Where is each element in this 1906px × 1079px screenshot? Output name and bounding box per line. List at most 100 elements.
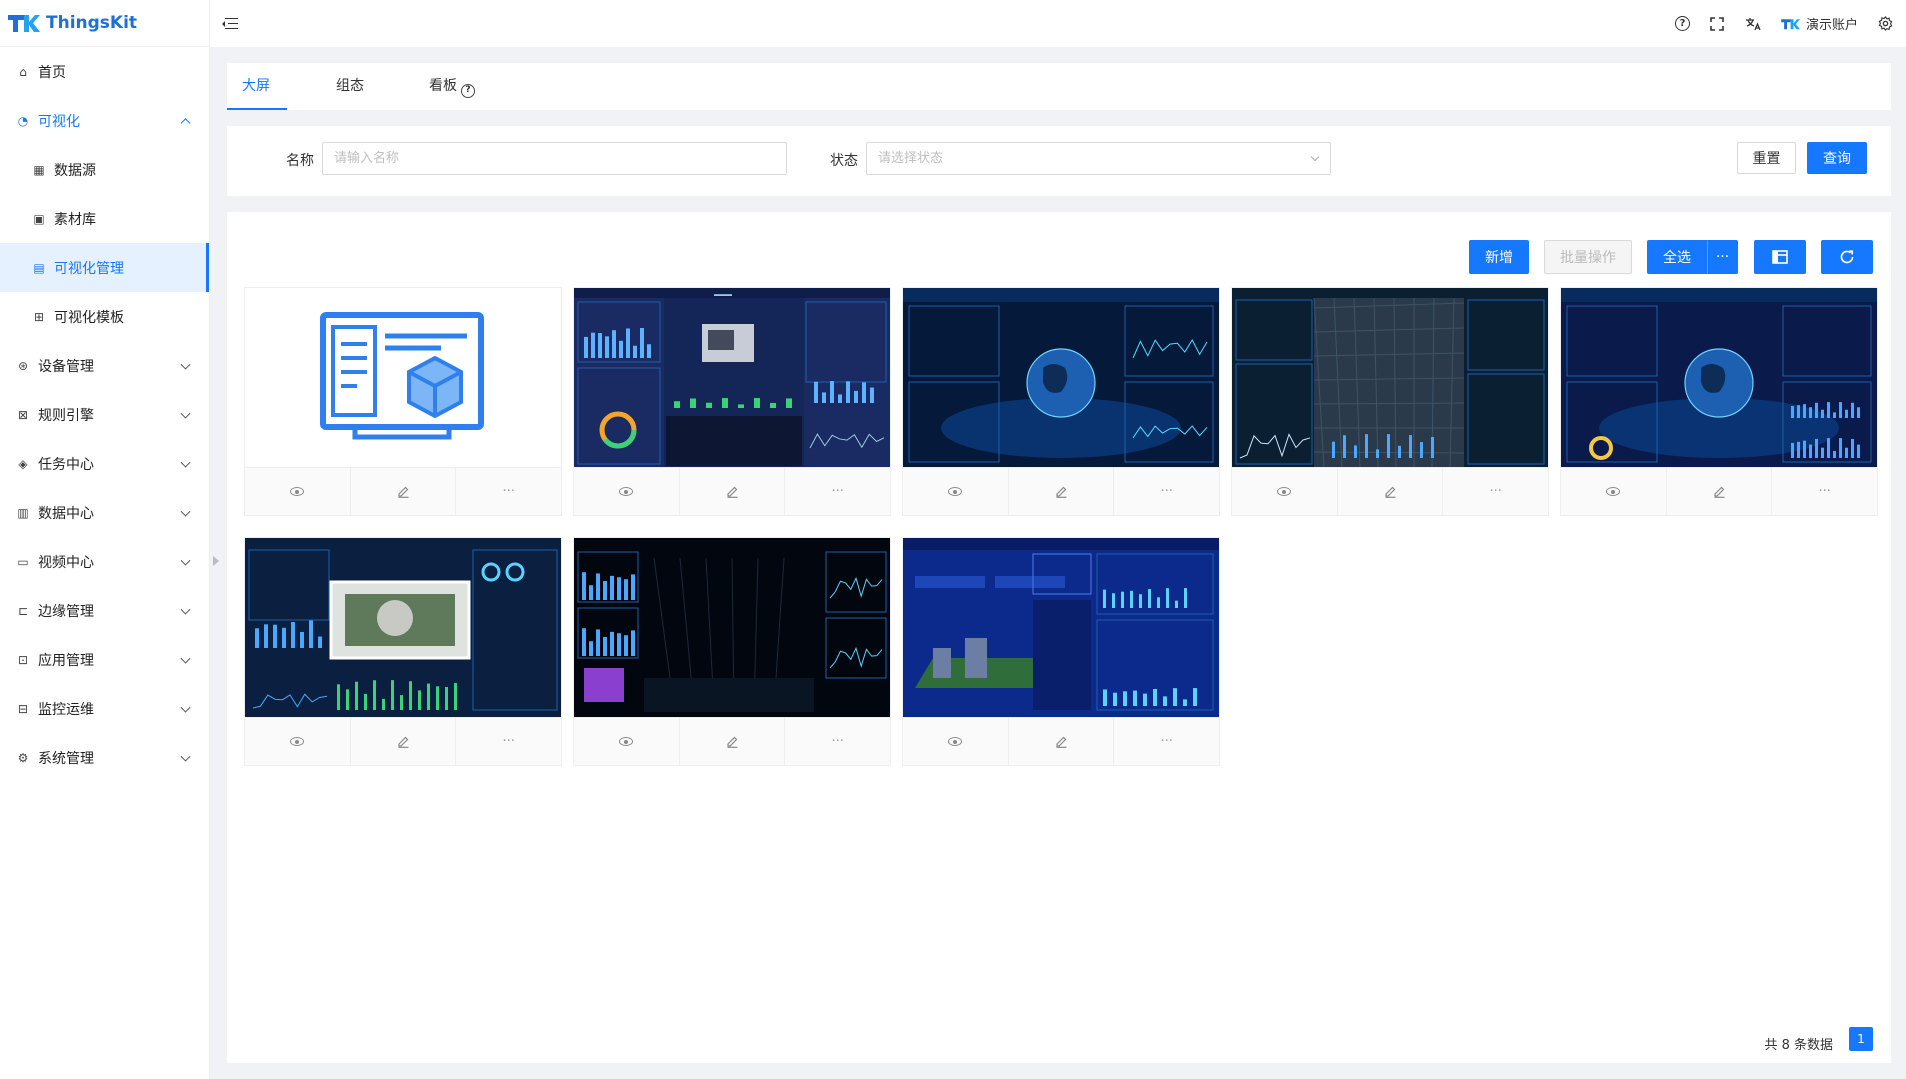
settings-gear-icon[interactable] [1876,15,1894,33]
edit-icon [397,486,408,498]
sidebar-item-5[interactable]: ⊞ 可视化模板 [0,292,209,341]
sidebar-item-3[interactable]: ▣ 素材库 [0,194,209,243]
preview-button[interactable] [903,718,1009,765]
card-thumbnail[interactable] [245,538,561,718]
tab-board[interactable]: 看板? [429,63,475,110]
edit-button[interactable] [351,718,457,765]
card-actions: ··· [574,467,890,515]
tab-large-screen[interactable]: 大屏 [242,63,302,110]
sidebar-item-0[interactable]: ⌂ 首页 [0,47,209,96]
more-actions-button[interactable]: ··· [1443,468,1548,515]
chevron-down-icon [180,751,191,762]
query-button[interactable]: 查询 [1807,142,1867,174]
status-select-placeholder: 请选择状态 [878,151,944,166]
batch-button-label: 批量操作 [1560,250,1616,266]
status-label: 状态 [830,153,858,169]
edit-button[interactable] [680,718,786,765]
more-actions-button[interactable]: ··· [1114,718,1219,765]
status-select[interactable]: 请选择状态 [866,142,1331,175]
edit-button[interactable] [351,468,457,515]
sidebar-item-10[interactable]: ▭ 视频中心 [0,537,209,586]
tab-configuration[interactable]: 组态 [336,63,364,110]
dashboard-card[interactable]: ··· [573,537,891,766]
sidebar-item-8[interactable]: ◈ 任务中心 [0,439,209,488]
help-icon[interactable]: ? [1674,16,1690,31]
sidebar-item-4[interactable]: ▤ 可视化管理 [0,243,209,292]
monitor-icon: ⊟ [17,701,29,716]
dashboard-card[interactable]: ··· [902,287,1220,516]
preview-button[interactable] [574,718,680,765]
sidebar-item-14[interactable]: ⚙ 系统管理 [0,733,209,782]
more-actions-button[interactable]: ··· [456,468,561,515]
select-all-button[interactable]: 全选 [1647,240,1707,274]
card-thumbnail[interactable] [574,538,890,718]
fullscreen-icon[interactable] [1708,15,1726,33]
card-thumbnail[interactable] [1232,288,1548,468]
sidebar-item-13[interactable]: ⊟ 监控运维 [0,684,209,733]
ellipsis-icon: ··· [1715,249,1730,265]
add-button[interactable]: 新增 [1469,240,1529,274]
dashboard-card[interactable]: ··· [1560,287,1878,516]
more-actions-button[interactable]: ··· [785,468,890,515]
more-actions-button[interactable]: ··· [456,718,561,765]
select-more-button[interactable]: ··· [1707,240,1738,274]
more-actions-button[interactable]: ··· [785,718,890,765]
dashboard-card[interactable]: ··· [244,287,562,516]
sidebar-item-12[interactable]: ⊡ 应用管理 [0,635,209,684]
edit-button[interactable] [680,468,786,515]
edit-button[interactable] [1009,468,1115,515]
eye-icon [948,487,963,496]
sidebar-item-2[interactable]: ▦ 数据源 [0,145,209,194]
sidebar-item-label: 视频中心 [38,554,94,571]
visualization-placeholder-icon [245,288,561,468]
sidebar-item-label: 数据中心 [38,505,94,522]
card-thumbnail[interactable] [903,538,1219,718]
pagination-page-1[interactable]: 1 [1849,1027,1873,1051]
dashboard-card[interactable]: ··· [244,537,562,766]
language-icon[interactable] [1744,15,1762,33]
sidebar-item-1[interactable]: ◔ 可视化 [0,96,209,145]
top-bar: ? 演示账户 [210,0,1906,47]
edit-icon [726,486,737,498]
preview-button[interactable] [245,718,351,765]
dashboard-thumbnail-image [1561,288,1877,468]
batch-operation-button[interactable]: 批量操作 [1544,240,1632,274]
sidebar-item-9[interactable]: ▥ 数据中心 [0,488,209,537]
card-thumbnail[interactable] [1561,288,1877,468]
sidebar-item-7[interactable]: ⊠ 规则引擎 [0,390,209,439]
edit-button[interactable] [1338,468,1444,515]
preview-button[interactable] [574,468,680,515]
preview-button[interactable] [1561,468,1667,515]
preview-button[interactable] [245,468,351,515]
dashboard-card[interactable]: ··· [1231,287,1549,516]
app-icon: ⊡ [17,652,29,667]
card-actions: ··· [1232,467,1548,515]
sidebar-item-6[interactable]: ⊛ 设备管理 [0,341,209,390]
preview-button[interactable] [1232,468,1338,515]
dashboard-card[interactable]: ▬▬▬ ··· [573,287,891,516]
more-actions-button[interactable]: ··· [1772,468,1877,515]
card-thumbnail[interactable] [245,288,561,468]
layout-toggle-button[interactable] [1754,240,1806,274]
edit-button[interactable] [1009,718,1115,765]
dashboard-thumbnail-image: ▬▬▬ [574,288,890,468]
chevron-up-icon [180,117,191,128]
dashboard-card[interactable]: ··· [902,537,1220,766]
ellipsis-icon: ··· [1160,734,1173,749]
edit-button[interactable] [1667,468,1773,515]
ellipsis-icon: ··· [1489,484,1502,499]
sidebar-collapse-handle-icon[interactable] [213,556,219,566]
preview-button[interactable] [903,468,1009,515]
sidebar-item-label: 系统管理 [38,750,94,767]
user-menu[interactable]: 演示账户 [1780,14,1858,33]
logo[interactable]: ThingsKit [0,0,209,47]
more-actions-button[interactable]: ··· [1114,468,1219,515]
question-icon[interactable]: ? [461,83,475,98]
refresh-button[interactable] [1821,240,1873,274]
reset-button[interactable]: 重置 [1737,142,1796,174]
name-input[interactable]: 请输入名称 [322,142,787,175]
card-thumbnail[interactable]: ▬▬▬ [574,288,890,468]
sidebar-item-11[interactable]: ⊏ 边缘管理 [0,586,209,635]
card-thumbnail[interactable] [903,288,1219,468]
menu-fold-icon[interactable] [222,17,238,30]
